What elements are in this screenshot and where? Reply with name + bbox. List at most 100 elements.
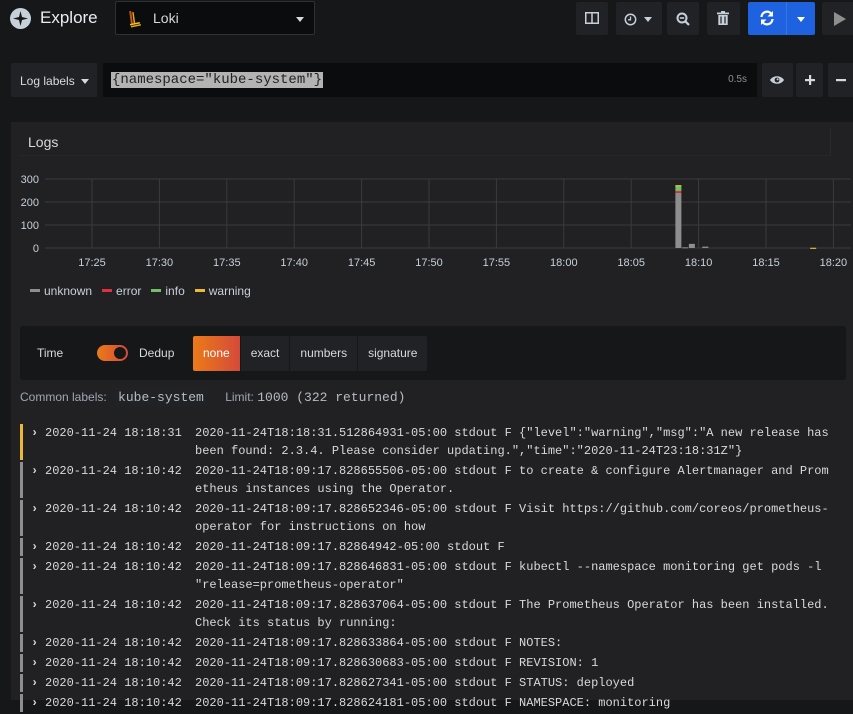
dedup-radio-group: none exact numbers signature	[193, 336, 428, 371]
clock-icon	[624, 13, 637, 26]
log-labels-button[interactable]: Log labels	[11, 63, 97, 97]
log-row[interactable]: › 2020-11-24 18:10:42 2020-11-24T18:09:17.…	[20, 538, 853, 556]
add-query-button[interactable]	[796, 63, 823, 97]
chevron-right-icon[interactable]: ›	[31, 558, 38, 576]
logs-volume-chart: 0 100 200 300 17:25 17:30 17:35 17:40 17:45 17:50…	[21, 174, 851, 269]
dedup-option-signature[interactable]: signature	[358, 336, 428, 371]
eye-icon	[770, 76, 784, 84]
legend-swatch	[102, 289, 113, 293]
query-input[interactable]: {namespace="kube-system"} 0.5s	[103, 63, 757, 97]
log-row[interactable]: › 2020-11-24 18:10:42 2020-11-24T18:09:17.…	[20, 558, 853, 594]
dedup-option-numbers[interactable]: numbers	[290, 336, 359, 371]
bar-warning	[810, 247, 817, 249]
log-rows: › 2020-11-24 18:18:31 2020-11-24T18:18:31.…	[20, 424, 853, 714]
split-view-button[interactable]	[576, 2, 608, 35]
log-timestamp: 2020-11-24 18:10:42	[45, 636, 182, 650]
common-labels-label: Common labels:	[20, 390, 107, 404]
common-label-chip: kube-system	[114, 388, 208, 407]
log-row[interactable]: › 2020-11-24 18:10:42 2020-11-24T18:09:17.…	[20, 634, 853, 652]
legend-swatch	[194, 289, 205, 293]
legend-item-error[interactable]: error	[102, 284, 141, 298]
run-query-button[interactable]	[822, 2, 853, 35]
log-timestamp: 2020-11-24 18:10:42	[45, 560, 182, 574]
chevron-right-icon[interactable]: ›	[31, 694, 38, 712]
log-level-indicator	[20, 424, 23, 460]
dedup-option-none[interactable]: none	[193, 336, 241, 371]
datasource-picker[interactable]: Loki	[115, 1, 315, 35]
legend-item-unknown[interactable]: unknown	[30, 284, 92, 298]
log-message: 2020-11-24T18:09:17.828646831-05:00 stdo…	[195, 560, 829, 592]
log-row[interactable]: › 2020-11-24 18:10:42 2020-11-24T18:09:17.…	[20, 500, 853, 536]
legend-label: unknown	[44, 284, 93, 298]
clear-all-button[interactable]	[707, 2, 740, 35]
dedup-label: Dedup	[139, 346, 175, 360]
datasource-name: Loki	[153, 10, 179, 26]
chevron-right-icon[interactable]: ›	[31, 654, 38, 672]
log-row[interactable]: › 2020-11-24 18:10:42 2020-11-24T18:09:17.…	[20, 462, 853, 498]
log-level-indicator	[20, 654, 23, 672]
log-timestamp: 2020-11-24 18:10:42	[45, 464, 182, 478]
time-label: Time	[37, 346, 64, 360]
chevron-right-icon[interactable]: ›	[31, 462, 38, 480]
bar-unknown	[688, 243, 695, 248]
log-timestamp: 2020-11-24 18:18:31	[45, 426, 182, 440]
y-tick-label: 0	[33, 243, 39, 255]
toggle-query-visibility-button[interactable]	[762, 63, 793, 97]
x-tick-label: 18:20	[820, 257, 848, 269]
legend-label: warning	[208, 284, 251, 298]
x-tick-label: 17:50	[415, 257, 443, 269]
log-row[interactable]: › 2020-11-24 18:10:42 2020-11-24T18:09:17.…	[20, 596, 853, 632]
x-tick-label: 18:00	[550, 257, 578, 269]
log-row[interactable]: › 2020-11-24 18:10:42 2020-11-24T18:09:17.…	[20, 654, 853, 672]
log-level-indicator	[20, 462, 23, 498]
chevron-right-icon[interactable]: ›	[31, 424, 38, 442]
panel-header: Logs	[19, 128, 831, 156]
query-expression[interactable]: {namespace="kube-system"}	[111, 72, 324, 88]
x-tick-label: 18:15	[752, 257, 780, 269]
panel-title: Logs	[28, 134, 59, 150]
log-row[interactable]: › 2020-11-24 18:18:31 2020-11-24T18:18:31.…	[20, 424, 853, 460]
zoom-out-button[interactable]	[667, 2, 699, 35]
legend-item-warning[interactable]: warning	[194, 284, 251, 298]
y-tick-label: 100	[21, 220, 39, 232]
query-row: Log labels {namespace="kube-system"} 0.5…	[0, 60, 853, 100]
log-timestamp: 2020-11-24 18:10:42	[45, 676, 182, 690]
log-level-indicator	[20, 694, 23, 712]
x-tick-label: 17:40	[280, 257, 308, 269]
y-tick-label: 300	[21, 174, 39, 186]
remove-query-button[interactable]	[828, 63, 853, 97]
log-message: 2020-11-24T18:09:17.828627341-05:00 stdo…	[195, 676, 635, 690]
legend-item-info[interactable]: info	[151, 284, 185, 298]
time-picker-button[interactable]	[616, 2, 662, 35]
refresh-button[interactable]	[748, 2, 786, 35]
chevron-down-icon	[296, 17, 304, 22]
limit-value: 1000 (322 returned)	[257, 390, 406, 405]
legend-label: error	[116, 284, 142, 298]
chevron-right-icon[interactable]: ›	[31, 538, 38, 556]
log-level-indicator	[20, 500, 23, 536]
log-options-bar: Time Dedup none exact numbers signature	[20, 326, 846, 380]
log-timestamp: 2020-11-24 18:10:42	[45, 502, 182, 516]
logs-panel: Logs 0 100 200 300 17:25 17:30 17:35 17:40 17:45…	[11, 122, 853, 712]
chevron-down-icon	[644, 17, 652, 22]
x-tick-label: 17:35	[213, 257, 241, 269]
bar-unknown	[702, 246, 709, 248]
dedup-option-exact[interactable]: exact	[240, 336, 291, 371]
plus-icon	[805, 75, 815, 85]
refresh-interval-button[interactable]	[786, 2, 815, 35]
log-row[interactable]: › 2020-11-24 18:10:42 2020-11-24T18:09:17.…	[20, 694, 853, 712]
log-timestamp: 2020-11-24 18:10:42	[45, 598, 182, 612]
chevron-right-icon[interactable]: ›	[31, 674, 38, 692]
log-row[interactable]: › 2020-11-24 18:10:42 2020-11-24T18:09:17.…	[20, 674, 853, 692]
time-toggle[interactable]	[97, 345, 128, 361]
bar-unknown	[675, 192, 682, 248]
chevron-right-icon[interactable]: ›	[31, 500, 38, 518]
log-level-indicator	[20, 674, 23, 692]
log-level-indicator	[20, 634, 23, 652]
page-title: Explore	[40, 8, 98, 27]
chevron-right-icon[interactable]: ›	[31, 596, 38, 614]
x-tick-label: 17:55	[483, 257, 511, 269]
bar-error	[675, 190, 682, 193]
chevron-right-icon[interactable]: ›	[31, 634, 38, 652]
log-timestamp: 2020-11-24 18:10:42	[45, 656, 182, 670]
